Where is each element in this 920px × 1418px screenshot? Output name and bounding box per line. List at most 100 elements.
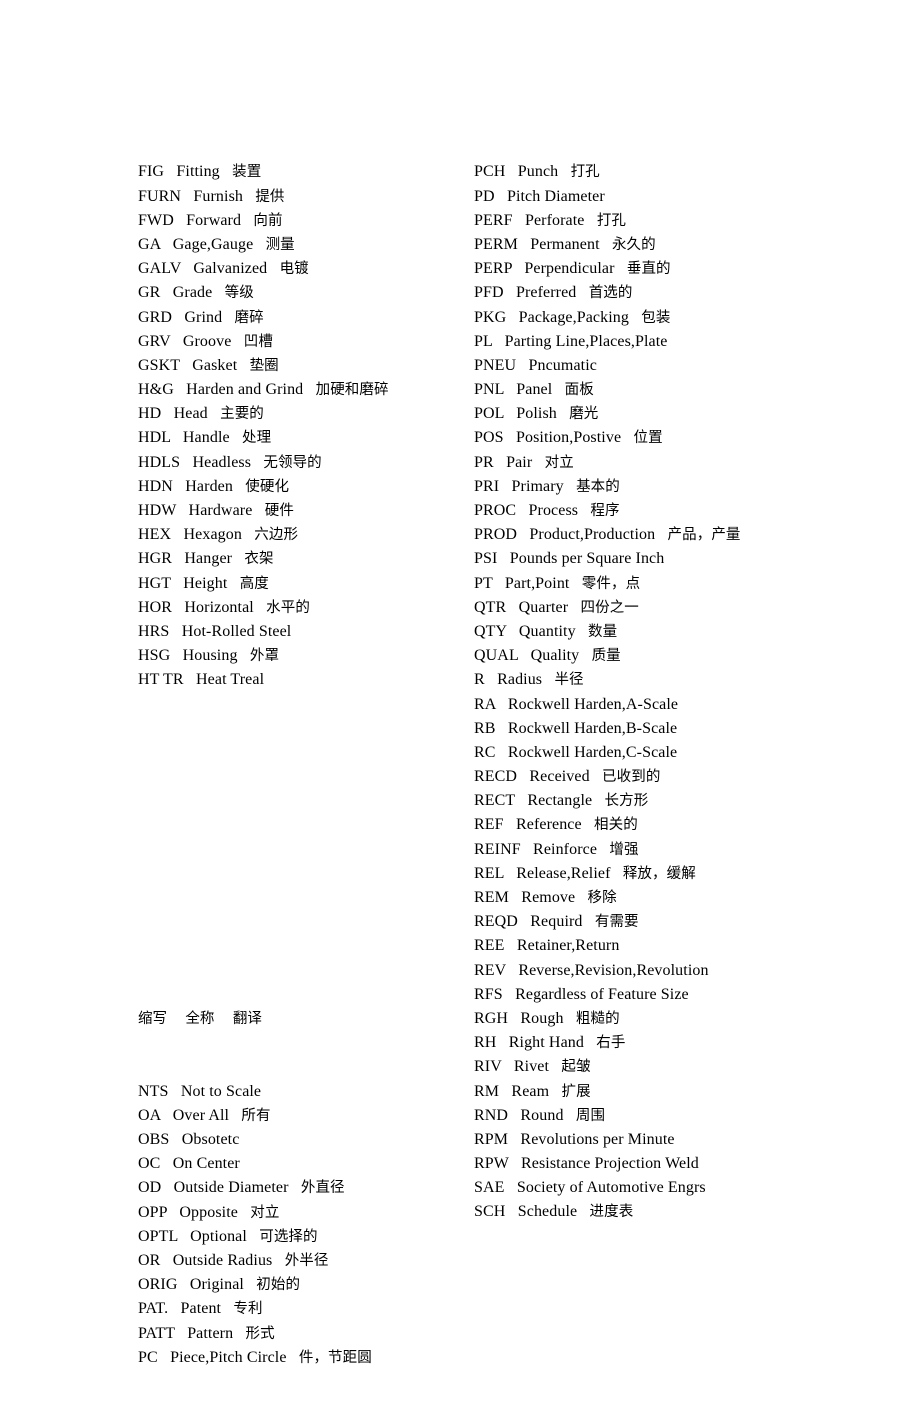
glossary-entry: RIV Rivet 起皱 [474, 1055, 894, 1079]
glossary-entry: NTS Not to Scale [138, 1080, 468, 1104]
entry-translation: 对立 [544, 454, 574, 471]
entry-translation: 位置 [633, 430, 663, 447]
glossary-entry: PROD Product,Production 产品，产量 [474, 523, 894, 547]
entry-translation: 产品，产量 [667, 527, 741, 544]
entry-translation: 对立 [250, 1204, 280, 1221]
entry-full-term: Not to Scale [180, 1082, 262, 1100]
entry-translation: 磨光 [569, 406, 599, 423]
entry-abbreviation: PNL [474, 381, 504, 399]
entry-translation: 凹槽 [243, 333, 273, 350]
entry-abbreviation: HRS [138, 622, 170, 640]
entry-translation: 电镀 [279, 261, 309, 278]
entry-abbreviation: PRI [474, 477, 500, 495]
glossary-entry: RPM Revolutions per Minute [474, 1128, 894, 1152]
entry-translation: 使硬化 [245, 478, 290, 495]
glossary-entry: POL Polish 磨光 [474, 402, 894, 426]
entry-full-term: Rough [520, 1009, 564, 1027]
entry-abbreviation: HDLS [138, 453, 181, 471]
entry-full-term: Obsotetc [181, 1131, 240, 1148]
entry-full-term: Gage,Gauge [172, 235, 254, 253]
glossary-entry: PCH Punch 打孔 [474, 160, 894, 184]
entry-abbreviation: RM [474, 1082, 500, 1100]
entry-abbreviation: HD [138, 405, 162, 423]
entry-translation: 初始的 [256, 1277, 301, 1294]
entry-translation: 件，节距圆 [298, 1349, 372, 1366]
entry-translation: 打孔 [570, 164, 600, 181]
glossary-entry: OC On Center [138, 1152, 468, 1176]
entry-abbreviation: REV [474, 961, 507, 979]
glossary-entry: PD Pitch Diameter [474, 185, 894, 209]
entry-abbreviation: GRV [138, 332, 171, 350]
entry-translation: 长方形 [604, 793, 649, 810]
entry-full-term: Ream [511, 1082, 550, 1100]
glossary-entry: SAE Society of Automotive Engrs [474, 1176, 894, 1200]
entry-translation: 半径 [554, 672, 584, 689]
entry-abbreviation: REL [474, 864, 504, 882]
glossary-entry: OPP Opposite 对立 [138, 1201, 468, 1225]
glossary-section-header: 缩写 全称 翻译 [138, 1011, 262, 1028]
glossary-entry: PROC Process 程序 [474, 499, 894, 523]
entry-full-term: Harden and Grind [186, 381, 304, 399]
entry-abbreviation: PAT. [138, 1300, 169, 1318]
entry-abbreviation: HOR [138, 598, 173, 616]
entry-full-term: Grade [172, 284, 213, 302]
entry-translation: 向前 [253, 212, 283, 229]
entry-translation: 永久的 [611, 236, 656, 253]
entry-translation: 硬件 [264, 503, 294, 520]
glossary-entry: HGR Hanger 衣架 [138, 547, 468, 571]
entry-full-term: Over All [172, 1106, 230, 1124]
entry-translation: 装置 [232, 164, 262, 181]
entry-full-term: Piece,Pitch Circle [170, 1348, 287, 1366]
glossary-entry: GRV Groove 凹槽 [138, 330, 468, 354]
glossary-entry: SCH Schedule 进度表 [474, 1200, 894, 1224]
entry-full-term: Quarter [518, 598, 569, 616]
glossary-entry: OR Outside Radius 外半径 [138, 1249, 468, 1273]
glossary-entry: HDN Harden 使硬化 [138, 475, 468, 499]
entry-full-term: Primary [511, 477, 564, 495]
entry-translation: 无领导的 [263, 454, 322, 471]
entry-abbreviation: REF [474, 816, 504, 834]
entry-abbreviation: PR [474, 453, 494, 471]
entry-abbreviation: PROD [474, 526, 518, 544]
glossary-entry: RND Round 周围 [474, 1104, 894, 1128]
glossary-entry: GRD Grind 磨碎 [138, 306, 468, 330]
glossary-entry: RB Rockwell Harden,B-Scale [474, 717, 894, 741]
entry-abbreviation: PD [474, 187, 495, 205]
entry-abbreviation: GRD [138, 308, 173, 326]
entry-full-term: Parting Line,Places,Plate [504, 332, 668, 350]
glossary-entry: PERF Perforate 打孔 [474, 209, 894, 233]
entry-full-term: Optional [190, 1227, 247, 1245]
glossary-entry: RPW Resistance Projection Weld [474, 1152, 894, 1176]
entry-full-term: Furnish [193, 187, 244, 205]
glossary-entry: RC Rockwell Harden,C-Scale [474, 741, 894, 765]
entry-translation: 进度表 [589, 1204, 634, 1221]
entry-translation: 释放，缓解 [622, 865, 696, 882]
glossary-entry: HDLS Headless 无领导的 [138, 451, 468, 475]
entry-abbreviation: GSKT [138, 356, 180, 374]
entry-abbreviation: HSG [138, 647, 171, 665]
entry-abbreviation: RECD [474, 768, 518, 786]
entry-translation: 外直径 [300, 1180, 345, 1197]
entry-abbreviation: QUAL [474, 647, 519, 665]
entry-full-term: Reference [515, 816, 582, 834]
entry-abbreviation: POS [474, 429, 504, 447]
entry-abbreviation: OBS [138, 1131, 170, 1148]
entry-abbreviation: HGR [138, 550, 173, 568]
entry-full-term: Resistance Projection Weld [521, 1155, 699, 1173]
entry-abbreviation: POL [474, 405, 504, 423]
entry-translation: 打孔 [596, 212, 627, 229]
entry-translation: 首选的 [588, 285, 633, 302]
entry-full-term: Position,Postive [515, 429, 622, 447]
entry-translation: 右手 [596, 1035, 626, 1052]
entry-translation: 垂直的 [626, 261, 671, 278]
entry-abbreviation: PNEU [474, 356, 517, 374]
entry-translation: 磨碎 [234, 309, 264, 326]
glossary-entry: RGH Rough 粗糙的 [474, 1007, 894, 1031]
entry-translation: 四份之一 [580, 599, 639, 616]
glossary-entry: REM Remove 移除 [474, 886, 894, 910]
entry-full-term: Part,Point [504, 574, 570, 592]
entry-full-term: Panel [516, 381, 553, 399]
entry-abbreviation: RIV [474, 1058, 502, 1076]
